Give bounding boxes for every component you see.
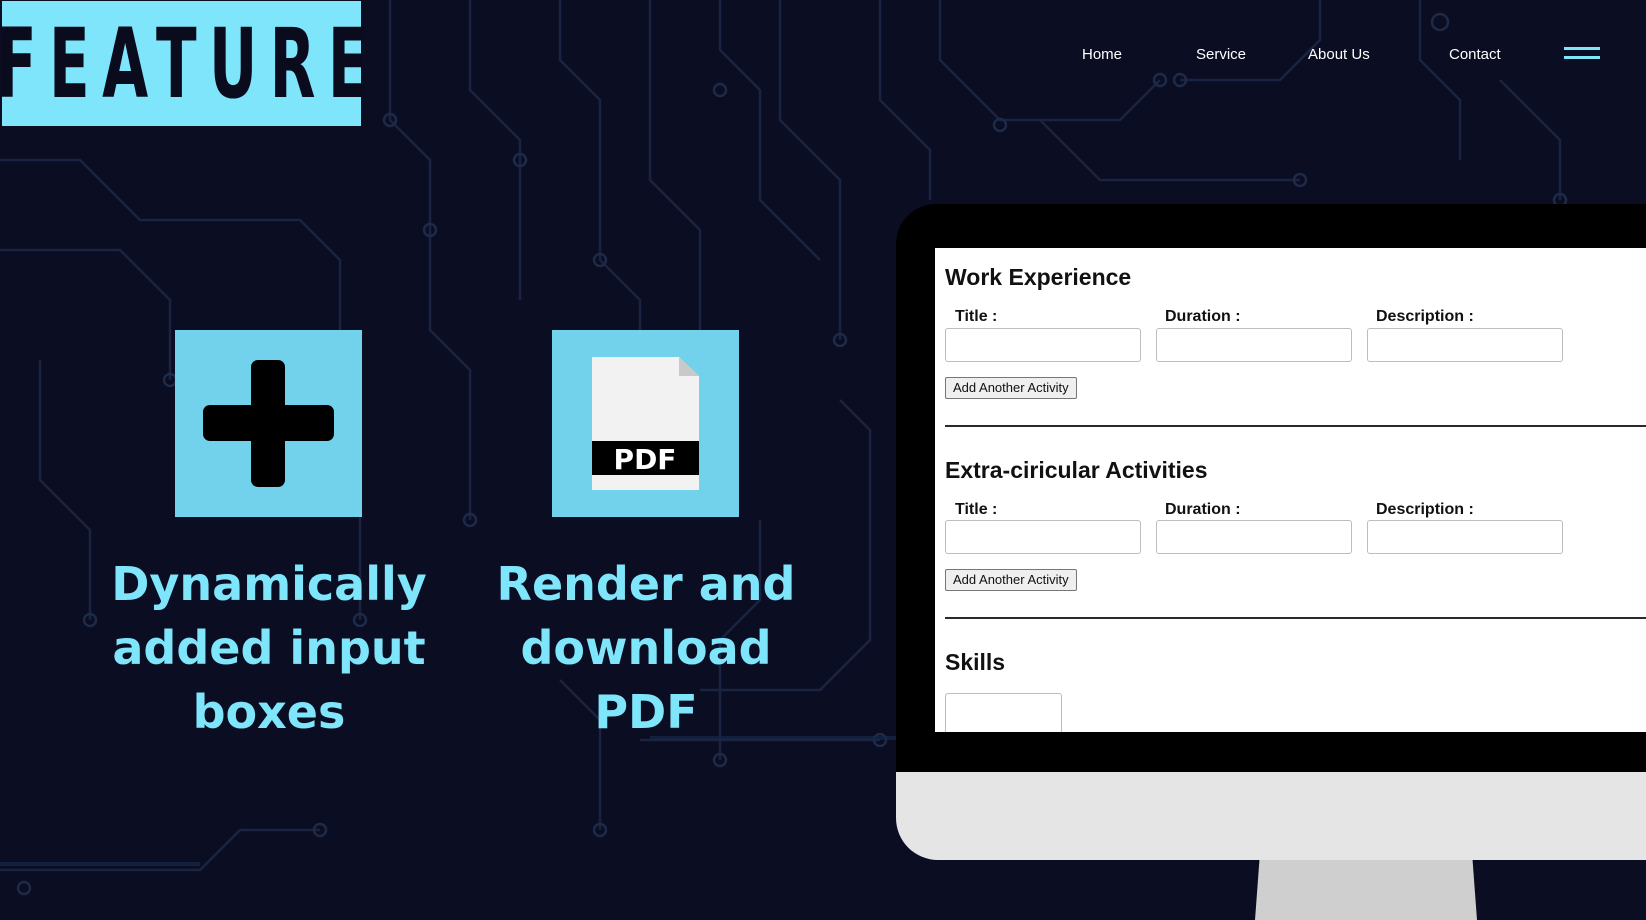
- pdf-file-icon: PDF: [552, 330, 739, 517]
- section-divider: [945, 425, 1646, 427]
- nav-about-link[interactable]: About Us: [1308, 46, 1370, 63]
- form-screen: Work Experience Title : Duration : Descr…: [935, 248, 1646, 732]
- feature-title-line: download PDF: [520, 621, 772, 739]
- nav-contact-link[interactable]: Contact: [1449, 46, 1501, 63]
- plus-icon: [175, 330, 362, 517]
- top-nav: Home Service About Us Contact: [0, 46, 1646, 66]
- work-duration-input[interactable]: [1156, 328, 1352, 362]
- skill-input[interactable]: [945, 693, 1062, 732]
- hamburger-menu-icon[interactable]: [1564, 47, 1600, 59]
- feature-title-line: added input: [112, 621, 426, 675]
- activity-duration-input[interactable]: [1156, 520, 1352, 554]
- pdf-icon-label: PDF: [614, 443, 677, 476]
- section-title-skills: Skills: [945, 649, 1006, 675]
- nav-service-link[interactable]: Service: [1196, 46, 1246, 63]
- feature-pdf-title: Render and download PDF: [476, 552, 816, 744]
- description-label: Description :: [1376, 501, 1474, 518]
- section-divider: [945, 617, 1646, 619]
- feature-title-line: Dynamically: [111, 557, 427, 611]
- duration-label: Duration :: [1165, 308, 1241, 325]
- title-label: Title :: [955, 501, 998, 518]
- feature-title-line: Render and: [496, 557, 796, 611]
- feature-dynamic-inputs-title: Dynamically added input boxes: [99, 552, 439, 744]
- section-title-extracurricular: Extra-ciricular Activities: [945, 457, 1208, 483]
- work-title-input[interactable]: [945, 328, 1141, 362]
- monitor-stand: [1255, 860, 1477, 920]
- title-label: Title :: [955, 308, 998, 325]
- monitor-mockup: Work Experience Title : Duration : Descr…: [896, 204, 1646, 860]
- activity-title-input[interactable]: [945, 520, 1141, 554]
- description-label: Description :: [1376, 308, 1474, 325]
- section-title-work-experience: Work Experience: [945, 264, 1132, 290]
- duration-label: Duration :: [1165, 501, 1241, 518]
- monitor-chin: [896, 772, 1646, 860]
- nav-home-link[interactable]: Home: [1082, 46, 1122, 63]
- activity-description-input[interactable]: [1367, 520, 1563, 554]
- feature-title-line: boxes: [192, 685, 346, 739]
- add-another-activity-button[interactable]: Add Another Activity: [945, 377, 1077, 399]
- add-another-activity-button[interactable]: Add Another Activity: [945, 569, 1077, 591]
- work-description-input[interactable]: [1367, 328, 1563, 362]
